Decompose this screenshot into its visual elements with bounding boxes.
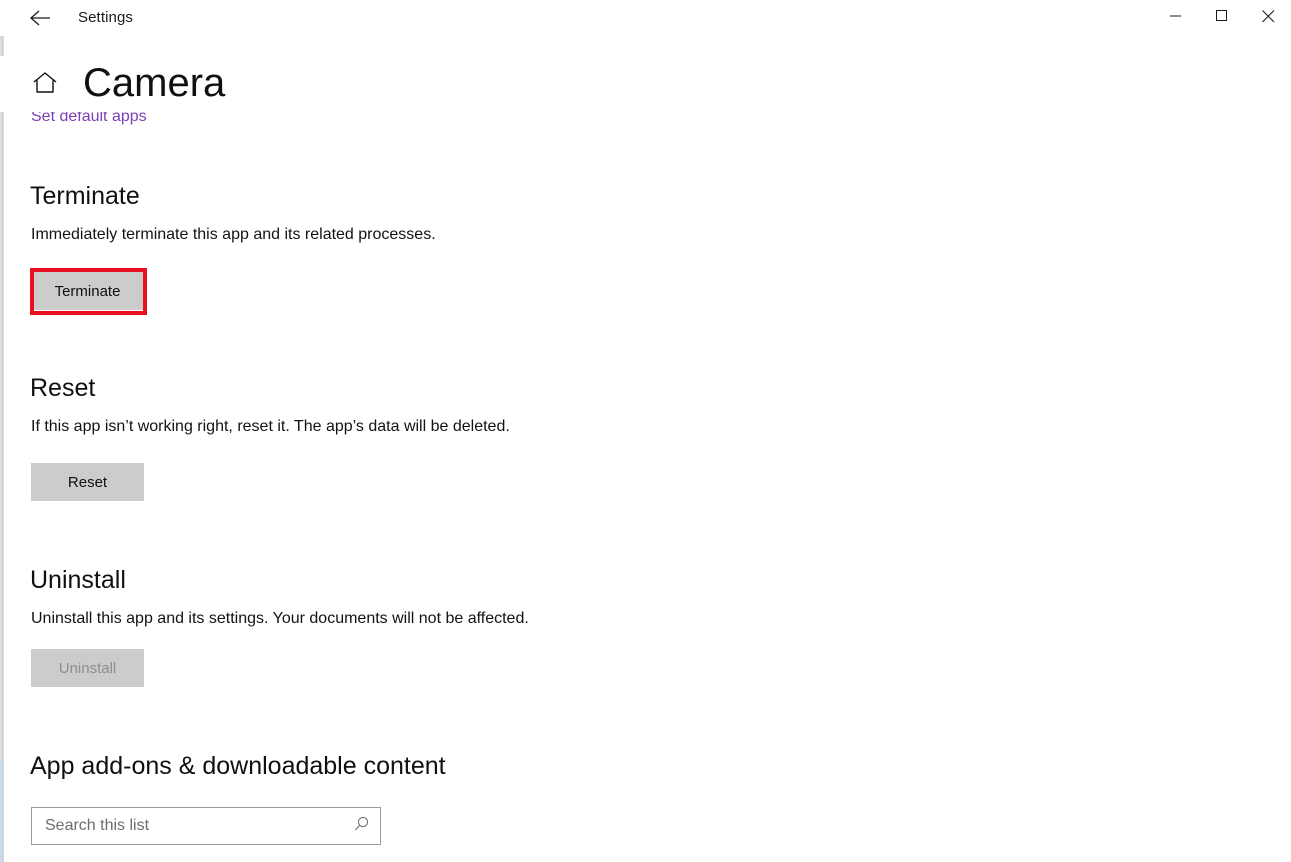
terminate-section-description: Immediately terminate this app and its r… — [31, 226, 436, 243]
uninstall-section-heading: Uninstall — [30, 566, 126, 594]
minimize-icon — [1170, 10, 1182, 22]
search-input[interactable] — [32, 808, 342, 844]
page-title: Camera — [83, 61, 226, 105]
terminate-button[interactable]: Terminate — [31, 272, 144, 310]
window-title: Settings — [78, 9, 133, 26]
settings-window: Settings Set default apps Terminate Imme… — [0, 0, 1291, 862]
back-arrow-icon — [28, 9, 52, 27]
search-button[interactable] — [342, 808, 380, 844]
window-caption-buttons — [1153, 0, 1291, 32]
maximize-icon — [1216, 10, 1228, 22]
back-button[interactable] — [18, 1, 62, 35]
close-button[interactable] — [1245, 0, 1291, 32]
search-icon — [353, 816, 370, 836]
title-bar: Settings — [0, 0, 1291, 36]
home-icon[interactable] — [30, 68, 60, 98]
reset-section-heading: Reset — [30, 374, 96, 402]
terminate-section-heading: Terminate — [30, 182, 140, 210]
maximize-button[interactable] — [1199, 0, 1245, 32]
reset-section-description: If this app isn’t working right, reset i… — [31, 418, 510, 435]
close-icon — [1261, 9, 1275, 23]
page-header: Camera — [0, 56, 1291, 112]
addons-search-box[interactable] — [31, 807, 381, 845]
minimize-button[interactable] — [1153, 0, 1199, 32]
app-addons-heading: App add-ons & downloadable content — [30, 752, 446, 780]
uninstall-section-description: Uninstall this app and its settings. You… — [31, 610, 529, 627]
uninstall-button: Uninstall — [31, 649, 144, 687]
reset-button[interactable]: Reset — [31, 463, 144, 501]
settings-content-area: Set default apps Terminate Immediately t… — [0, 100, 1291, 862]
